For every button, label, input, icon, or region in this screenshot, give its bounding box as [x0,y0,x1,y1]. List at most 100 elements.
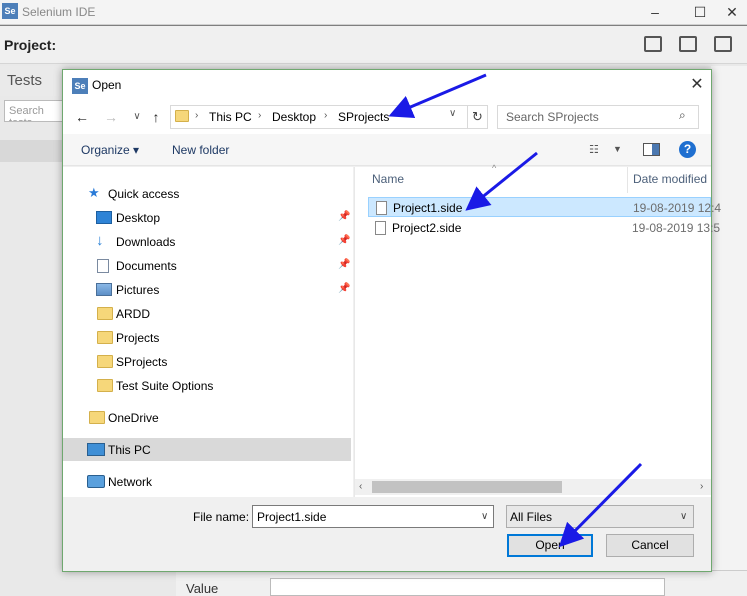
refresh-icon[interactable]: ↻ [467,106,487,128]
nav-label: OneDrive [108,411,159,425]
star-icon: ★ [88,185,100,200]
column-header-date-modified[interactable]: Date modified [633,172,707,186]
desktop-icon [96,211,112,224]
view-dropdown-icon[interactable]: ▼ [613,144,622,154]
tests-dropdown[interactable]: Tests [7,72,42,89]
nav-label: Network [108,475,153,489]
file-name: Project1.side [393,201,463,215]
scroll-left-icon[interactable]: ‹ [359,481,362,492]
pin-icon[interactable]: 📌 [338,283,350,294]
folder-icon [89,411,105,424]
breadcrumb-desktop[interactable]: Desktop [272,110,316,124]
recent-locations-chevron-icon[interactable]: ∨ [128,108,146,126]
dialog-close-icon[interactable]: ✕ [686,75,708,95]
nav-label: Desktop [116,211,161,225]
nav-label: Projects [116,331,160,345]
tests-search-input[interactable]: Search tests [4,100,64,122]
nav-item-downloads[interactable]: ↓ Downloads 📌 [70,231,350,253]
nav-item-network[interactable]: Network [70,471,350,493]
downloads-icon: ↓ [96,232,104,249]
file-name-label: File name: [193,510,250,524]
nav-item-test-suite-options[interactable]: Test Suite Options [70,375,350,397]
file-type-value: All Files [510,510,553,524]
file-name: Project2.side [392,221,462,235]
file-row[interactable]: Project2.side 19-08-2019 13:5 [368,218,720,238]
nav-item-documents[interactable]: Documents 📌 [70,255,350,277]
nav-label: Downloads [116,235,176,249]
nav-label: ARDD [116,307,151,321]
breadcrumb-separator-icon[interactable]: › [258,110,261,121]
open-project-icon[interactable] [679,36,697,52]
nav-item-pictures[interactable]: Pictures 📌 [70,279,350,301]
ide-titlebar [0,0,747,25]
nav-item-ardd[interactable]: ARDD [70,303,350,325]
pin-icon[interactable]: 📌 [338,235,350,246]
address-dropdown-icon[interactable]: ∨ [449,108,463,119]
column-separator[interactable] [627,167,628,193]
organize-button[interactable]: Organize ▾ [81,143,139,157]
back-arrow-icon[interactable]: ← [73,108,91,126]
value-input[interactable] [270,578,665,596]
column-header-name[interactable]: Name [372,172,404,186]
file-type-dropdown-icon[interactable]: ∨ [680,511,687,522]
file-icon [375,221,386,235]
view-options-icon[interactable]: ☷ [589,143,607,156]
nav-item-sprojects[interactable]: SProjects [70,351,350,373]
computer-icon [87,443,105,456]
save-project-icon[interactable] [714,36,732,52]
sort-ascending-icon: ^ [492,163,497,173]
folder-icon [175,110,189,122]
pin-icon[interactable]: 📌 [338,211,350,222]
close-window-icon[interactable]: ✕ [722,3,742,21]
nav-item-this-pc[interactable]: This PC [70,439,350,461]
selenium-logo-icon: Se [2,3,18,19]
scroll-right-icon[interactable]: › [700,481,703,492]
pictures-icon [96,283,112,296]
scrollbar-thumb[interactable] [372,481,562,493]
search-icon: ⌕ [679,108,686,122]
nav-label: Pictures [116,283,160,297]
selected-test-row[interactable] [0,140,64,162]
file-name-dropdown-icon[interactable]: ∨ [481,511,488,522]
cancel-button[interactable]: Cancel [606,534,694,557]
ide-right-panel [711,66,747,570]
pin-icon[interactable]: 📌 [338,259,350,270]
search-placeholder: Search SProjects [506,110,599,124]
value-label: Value [186,581,219,596]
folder-icon [97,379,113,392]
file-row[interactable]: Project1.side 19-08-2019 12:4 [368,197,721,217]
minimize-icon[interactable]: – [645,3,665,21]
nav-item-projects[interactable]: Projects [70,327,350,349]
documents-icon [97,259,109,273]
help-icon[interactable]: ? [679,141,696,158]
nav-label: Quick access [108,187,180,201]
preview-pane-icon[interactable] [643,143,660,156]
open-button[interactable]: Open [507,534,593,557]
folder-icon [97,307,113,320]
breadcrumb-this-pc[interactable]: This PC [209,110,252,124]
nav-label: Documents [116,259,177,273]
nav-label: Test Suite Options [116,379,214,393]
forward-arrow-icon[interactable]: → [102,108,120,126]
new-project-icon[interactable] [644,36,662,52]
breadcrumb-separator-icon[interactable]: › [324,110,327,121]
file-date: 19-08-2019 13:5 [632,221,721,235]
nav-item-onedrive[interactable]: OneDrive [70,407,350,429]
maximize-icon[interactable]: ☐ [690,3,710,21]
breadcrumb-separator-icon[interactable]: › [195,110,198,121]
nav-item-desktop[interactable]: Desktop 📌 [70,207,350,229]
ide-window-title: Selenium IDE [22,5,96,19]
up-arrow-icon[interactable]: ↑ [147,108,165,126]
new-folder-button[interactable]: New folder [172,143,229,157]
nav-label: This PC [108,443,151,457]
project-bar [0,26,747,64]
nav-label: SProjects [116,355,168,369]
folder-icon [97,331,113,344]
selenium-logo-icon: Se [72,78,88,94]
file-date: 19-08-2019 12:4 [633,201,722,215]
nav-item-quick-access[interactable]: ★ Quick access [70,183,350,205]
project-label: Project: [4,37,57,53]
file-name-input[interactable] [252,505,494,528]
folder-icon [97,355,113,368]
breadcrumb-sprojects[interactable]: SProjects [338,110,389,124]
